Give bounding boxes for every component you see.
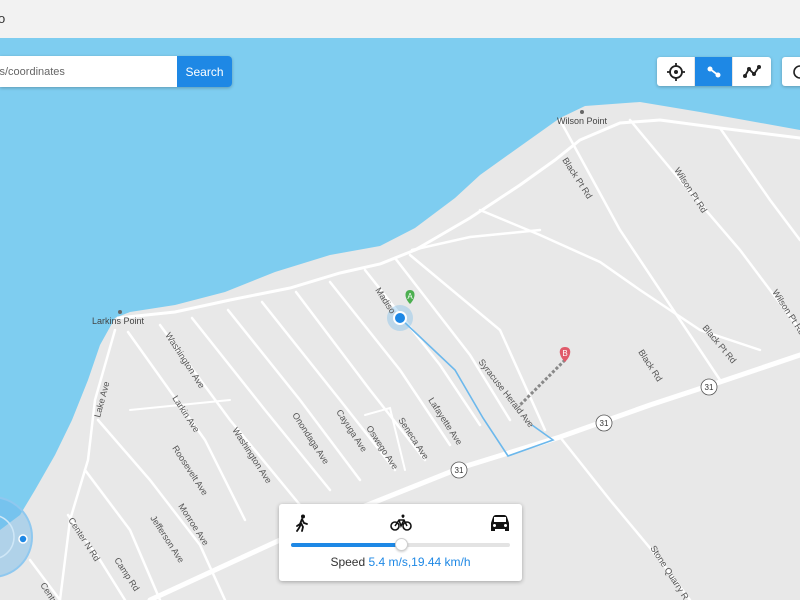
speed-slider[interactable]	[291, 538, 510, 551]
browser-top-bar: o	[0, 0, 800, 39]
search-button[interactable]: Search	[177, 56, 232, 87]
multi-route-icon	[743, 64, 761, 78]
route-shield-2-label: 31	[600, 419, 609, 428]
joystick-handle[interactable]	[18, 534, 28, 544]
marker-a-label: A	[407, 292, 413, 301]
bike-mode-button[interactable]	[389, 512, 413, 534]
speed-panel: Speed 5.4 m/s,19.44 km/h	[279, 504, 522, 581]
clock-icon	[793, 64, 800, 79]
bicycle-icon	[390, 514, 412, 531]
route-segment-button[interactable]	[695, 57, 733, 86]
route-shield-1: 31	[450, 461, 468, 479]
multi-route-button[interactable]	[733, 57, 771, 86]
route-shield-2: 31	[595, 414, 613, 432]
search-input[interactable]	[0, 56, 177, 87]
place-larkins-point: Larkins Point	[92, 316, 145, 326]
wilson-point-dot	[580, 110, 584, 114]
walk-mode-button[interactable]	[291, 512, 313, 534]
larkins-point-dot	[118, 310, 122, 314]
place-wilson-point: Wilson Point	[557, 116, 608, 126]
crosshair-icon	[666, 62, 685, 81]
speed-label: Speed	[330, 555, 366, 569]
route-shield-3-label: 31	[705, 383, 714, 392]
route-shield-1-label: 31	[455, 466, 464, 475]
crosshair-button[interactable]	[657, 57, 695, 86]
clock-button[interactable]	[782, 57, 800, 86]
speed-slider-thumb[interactable]	[394, 538, 408, 551]
route-shield-3: 31	[700, 378, 718, 396]
walking-icon	[296, 514, 308, 532]
car-mode-button[interactable]	[488, 512, 512, 534]
search-bar: Search	[0, 56, 232, 87]
car-icon	[491, 515, 509, 531]
top-bar-text: o	[0, 11, 6, 26]
speed-slider-fill	[291, 543, 401, 547]
mode-toolbar	[657, 57, 771, 86]
current-location-dot[interactable]	[393, 311, 407, 325]
speed-readout: Speed 5.4 m/s,19.44 km/h	[279, 555, 522, 569]
speed-value: 5.4 m/s,19.44 km/h	[368, 555, 471, 569]
route-segment-icon	[707, 66, 720, 77]
marker-b-label: B	[562, 349, 567, 358]
